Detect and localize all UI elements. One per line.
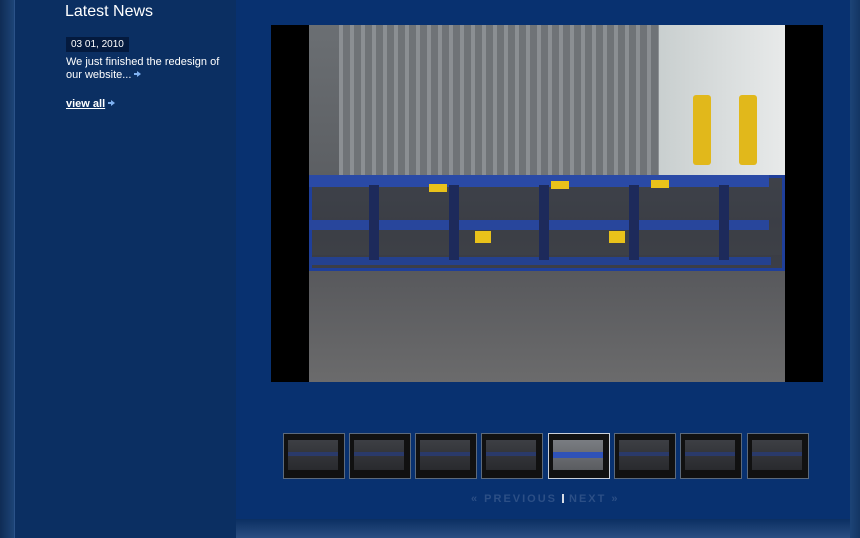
previous-link[interactable]: « PREVIOUS: [471, 493, 557, 505]
photo-wall: [339, 25, 659, 175]
view-all-link[interactable]: view all: [66, 98, 116, 111]
thumbnail[interactable]: [349, 433, 411, 479]
news-heading: Latest News: [65, 3, 154, 20]
news-item-text[interactable]: We just finished the redesign of our web…: [66, 56, 219, 81]
news-item[interactable]: We just finished the redesign of our web…: [66, 56, 226, 82]
photo-label-tag: [609, 231, 625, 243]
pager-divider: [562, 494, 565, 503]
photo-yellow-post: [739, 95, 757, 165]
thumbnail-strip: [283, 433, 811, 481]
page-edge-right: [850, 0, 860, 538]
photo-label-tag: [651, 180, 669, 188]
photo-wall-right: [659, 25, 785, 175]
thumbnail[interactable]: [481, 433, 543, 479]
gallery-pager: « PREVIOUS NEXT »: [471, 493, 620, 506]
thumbnail[interactable]: [283, 433, 345, 479]
thumbnail-active[interactable]: [548, 433, 610, 479]
fixture-photo: [309, 25, 785, 382]
photo-label-tag: [551, 181, 569, 189]
thumbnail[interactable]: [680, 433, 742, 479]
thumbnail[interactable]: [415, 433, 477, 479]
thumbnail[interactable]: [614, 433, 676, 479]
photo-floor: [309, 255, 785, 382]
gallery-main-image: [271, 25, 823, 382]
panel-bottom-shadow: [236, 519, 850, 538]
photo-fixture-column: [629, 185, 639, 260]
photo-label-tag: [429, 184, 447, 192]
news-date-badge: 03 01, 2010: [66, 37, 129, 52]
page-edge-left: [0, 0, 14, 538]
arrow-right-icon[interactable]: [134, 71, 142, 78]
photo-fixture-column: [369, 185, 379, 260]
photo-fixture-column: [719, 185, 729, 260]
arrow-right-icon[interactable]: [108, 100, 116, 107]
photo-fixture-column: [449, 185, 459, 260]
photo-yellow-post: [693, 95, 711, 165]
thumbnail[interactable]: [747, 433, 809, 479]
next-link[interactable]: NEXT »: [569, 493, 620, 505]
photo-label-tag: [475, 231, 491, 243]
view-all-label[interactable]: view all: [66, 98, 105, 110]
photo-fixture-column: [539, 185, 549, 260]
